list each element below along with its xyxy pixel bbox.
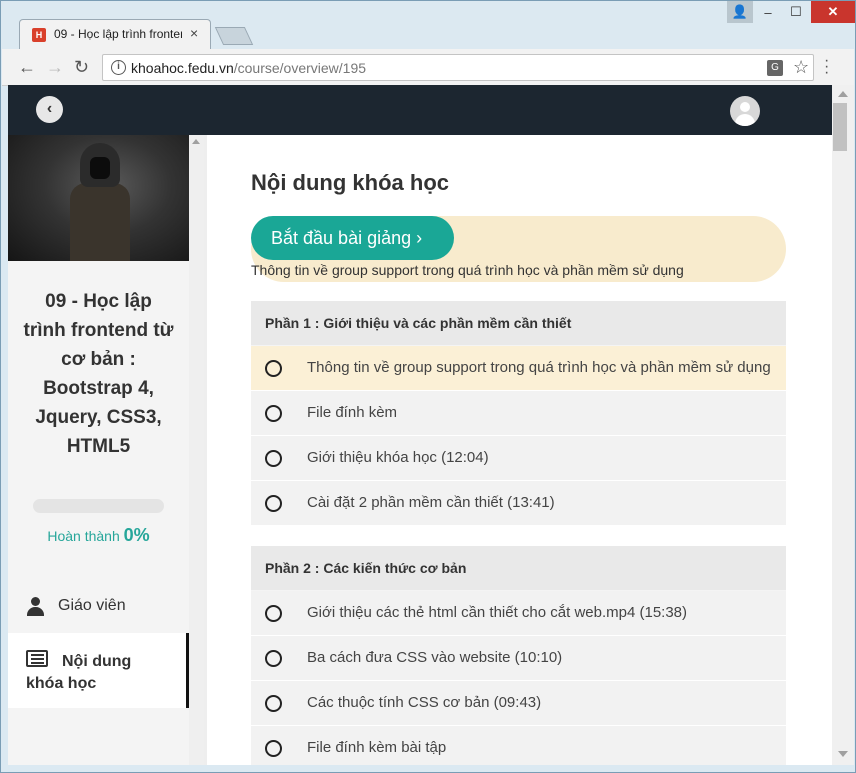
reload-icon[interactable]: ↻ xyxy=(74,57,89,78)
start-subtitle: Thông tin về group support trong quá trì… xyxy=(251,262,684,278)
radio-circle-icon xyxy=(265,360,282,377)
progress-percent: 0% xyxy=(123,525,150,545)
translate-icon[interactable]: G xyxy=(767,60,783,76)
lesson-item[interactable]: Cài đặt 2 phần mềm cần thiết (13:41) xyxy=(251,481,786,526)
section-2: Phần 2 : Các kiến thức cơ bản Giới thiệu… xyxy=(251,546,786,765)
section-header[interactable]: Phần 2 : Các kiến thức cơ bản xyxy=(251,546,786,591)
page-scrollbar[interactable] xyxy=(832,85,854,765)
lesson-item[interactable]: Giới thiệu khóa học (12:04) xyxy=(251,436,786,481)
lesson-title: Ba cách đưa CSS vào website (10:10) xyxy=(307,649,563,666)
start-banner: Bắt đầu bài giảng › Thông tin về group s… xyxy=(251,216,786,282)
lesson-title: File đính kèm bài tập xyxy=(307,739,447,756)
radio-circle-icon xyxy=(265,605,282,622)
person-icon xyxy=(26,597,44,617)
page-title: Nội dung khóa học xyxy=(251,170,449,195)
radio-circle-icon xyxy=(265,450,282,467)
lesson-title: Giới thiệu khóa học (12:04) xyxy=(307,449,489,466)
sidebar-scrollbar[interactable] xyxy=(189,135,204,765)
scrollbar-thumb[interactable] xyxy=(833,103,847,151)
address-bar[interactable]: i khoahoc.fedu.vn/course/overview/195 G … xyxy=(102,54,814,81)
lesson-item[interactable]: File đính kèm xyxy=(251,391,786,436)
sidebar-item-teacher[interactable]: Giáo viên xyxy=(8,597,189,637)
back-arrow-icon[interactable]: ← xyxy=(18,57,36,78)
main-content: Nội dung khóa học Bắt đầu bài giảng › Th… xyxy=(207,135,832,765)
radio-circle-icon xyxy=(265,650,282,667)
sidebar-item-label: Nội dung khóa học xyxy=(26,653,132,692)
site-favicon-icon: H xyxy=(32,28,46,42)
minimize-button[interactable]: – xyxy=(755,1,781,23)
title-bar: H 09 - Học lập trình frontend × 👤 – ☐ ✕ xyxy=(1,1,855,49)
lesson-item[interactable]: Các thuộc tính CSS cơ bản (09:43) xyxy=(251,681,786,726)
sidebar-item-label: Giáo viên xyxy=(58,597,126,614)
url-text: khoahoc.fedu.vn/course/overview/195 xyxy=(131,60,366,76)
forward-arrow-icon[interactable]: → xyxy=(46,57,64,78)
lesson-item[interactable]: File đính kèm bài tập xyxy=(251,726,786,765)
lesson-title: Thông tin về group support trong quá trì… xyxy=(307,359,771,376)
page-viewport: ‹ 09 - Học lập trình frontend từ cơ bản … xyxy=(8,85,832,765)
url-host: khoahoc.fedu.vn xyxy=(131,60,234,76)
tab-close-icon[interactable]: × xyxy=(190,25,198,41)
radio-circle-icon xyxy=(265,405,282,422)
lesson-title: Các thuộc tính CSS cơ bản (09:43) xyxy=(307,694,542,711)
sidebar-item-course-content[interactable]: Nội dung khóa học xyxy=(8,633,189,708)
section-header[interactable]: Phần 1 : Giới thiệu và các phần mềm cần … xyxy=(251,301,786,346)
new-tab-button[interactable] xyxy=(214,27,254,45)
radio-circle-icon xyxy=(265,740,282,757)
progress-text: Hoàn thành 0% xyxy=(8,525,189,546)
lesson-item[interactable]: Ba cách đưa CSS vào website (10:10) xyxy=(251,636,786,681)
site-header: ‹ xyxy=(8,85,832,135)
back-circle-icon[interactable]: ‹ xyxy=(36,96,63,123)
course-title: 09 - Học lập trình frontend từ cơ bản : … xyxy=(23,291,174,457)
radio-circle-icon xyxy=(265,495,282,512)
browser-toolbar: ← → ↻ i khoahoc.fedu.vn/course/overview/… xyxy=(2,49,854,86)
maximize-button[interactable]: ☐ xyxy=(783,1,809,23)
start-lesson-button[interactable]: Bắt đầu bài giảng › xyxy=(251,216,454,260)
scroll-up-icon[interactable] xyxy=(838,91,848,97)
scroll-down-icon[interactable] xyxy=(838,751,848,757)
progress-label: Hoàn thành xyxy=(47,528,120,544)
radio-circle-icon xyxy=(265,695,282,712)
lesson-item[interactable]: Thông tin về group support trong quá trì… xyxy=(251,346,786,391)
close-window-button[interactable]: ✕ xyxy=(811,1,855,23)
course-sidebar: 09 - Học lập trình frontend từ cơ bản : … xyxy=(8,135,189,765)
browser-tab[interactable]: H 09 - Học lập trình frontend × xyxy=(19,19,211,49)
browser-menu-icon[interactable]: · · · xyxy=(824,53,829,81)
bookmark-star-icon[interactable]: ☆ xyxy=(793,57,809,78)
profile-icon[interactable]: 👤 xyxy=(727,1,753,23)
user-avatar[interactable] xyxy=(730,96,760,126)
tab-title: 09 - Học lập trình frontend xyxy=(54,27,182,41)
lesson-title: Cài đặt 2 phần mềm cần thiết (13:41) xyxy=(307,494,555,511)
course-thumbnail xyxy=(8,135,189,261)
lesson-title: Giới thiệu các thẻ html cần thiết cho cắ… xyxy=(307,604,688,621)
section-1: Phần 1 : Giới thiệu và các phần mềm cần … xyxy=(251,301,786,526)
lesson-title: File đính kèm xyxy=(307,404,398,421)
url-path: /course/overview/195 xyxy=(233,60,367,76)
info-icon[interactable]: i xyxy=(111,60,126,75)
lesson-item[interactable]: Giới thiệu các thẻ html cần thiết cho cắ… xyxy=(251,591,786,636)
progress-bar xyxy=(33,499,164,513)
